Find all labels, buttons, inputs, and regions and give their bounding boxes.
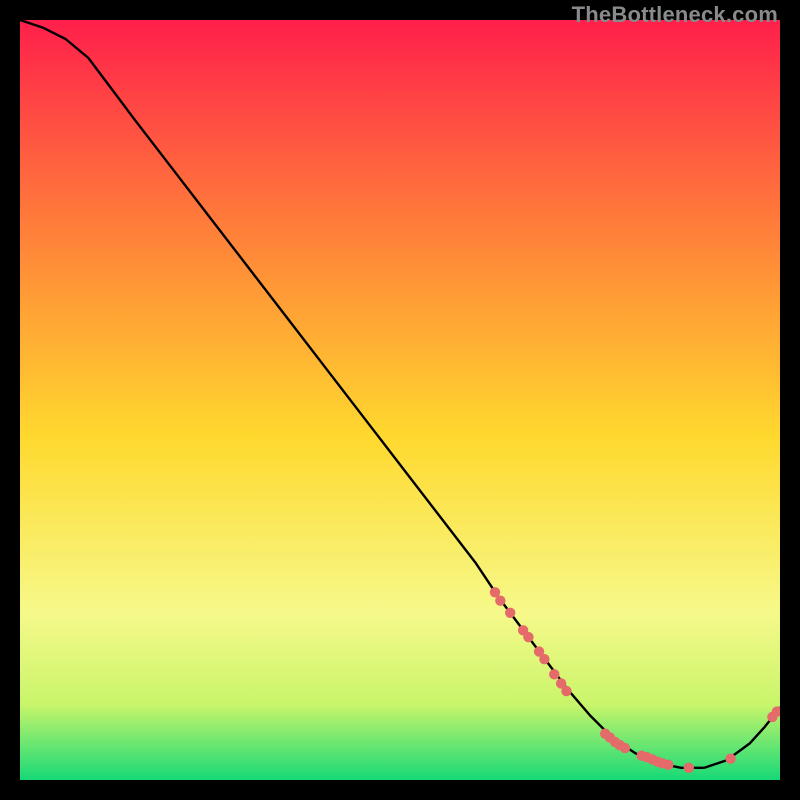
data-marker	[539, 654, 549, 664]
bottleneck-curve	[20, 20, 780, 768]
data-marker	[523, 632, 533, 642]
plot-area	[20, 20, 780, 780]
curve-layer	[20, 20, 780, 780]
data-marker	[620, 743, 630, 753]
data-marker	[505, 608, 515, 618]
watermark-text: TheBottleneck.com	[572, 2, 778, 28]
data-marker	[495, 595, 505, 605]
data-marker	[663, 760, 673, 770]
chart-stage: TheBottleneck.com	[0, 0, 800, 800]
data-marker	[684, 763, 694, 773]
data-marker	[549, 669, 559, 679]
data-marker	[725, 754, 735, 764]
curve-markers	[490, 587, 780, 773]
data-marker	[561, 686, 571, 696]
